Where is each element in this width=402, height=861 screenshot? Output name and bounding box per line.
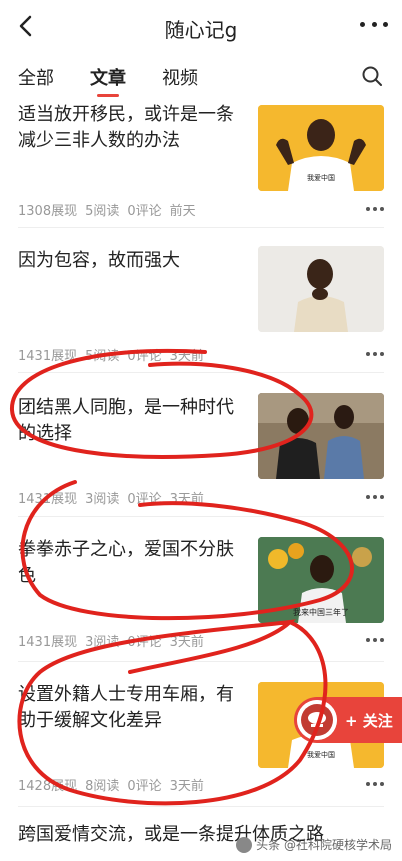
reads-count: 8阅读	[85, 779, 120, 794]
article-thumbnail	[258, 246, 384, 332]
article-title: 适当放开移民，或许是一条减少三非人数的办法	[18, 104, 234, 151]
article-title: 团结黑人同胞，是一种时代的选择	[18, 397, 234, 444]
page: 随心记g 全部 文章 视频 适当放开移民，或许是一条减少三非人数的办法 我爱中国…	[0, 0, 402, 861]
thumbnail-caption: 我来中国三年了	[293, 608, 349, 617]
views-count: 1308展现	[18, 204, 78, 219]
dot-icon	[360, 21, 365, 27]
reads-count: 3阅读	[85, 492, 120, 507]
article-more-button[interactable]	[366, 206, 384, 212]
article-thumbnail	[258, 393, 384, 479]
article-more-button[interactable]	[366, 494, 384, 500]
post-time: 3天前	[169, 635, 204, 650]
tab-articles[interactable]: 文章	[90, 64, 126, 90]
views-count: 1428展现	[18, 779, 78, 794]
watermark-logo-icon	[236, 836, 253, 853]
page-title: 随心记g	[164, 18, 238, 42]
divider	[18, 227, 384, 228]
watermark-text: 头条 @社科院硬核学术局	[256, 838, 392, 852]
divider	[18, 806, 384, 807]
follow-button[interactable]: + 关注	[294, 697, 402, 743]
thumbnail-caption: 我爱中国	[307, 751, 335, 759]
reads-count: 5阅读	[85, 349, 120, 364]
views-count: 1431展现	[18, 349, 78, 364]
reads-count: 5阅读	[85, 204, 120, 219]
article-meta: 1431展现 3阅读 0评论 3天前	[18, 631, 204, 650]
post-time: 3天前	[169, 779, 204, 794]
tab-all[interactable]: 全部	[18, 64, 54, 90]
top-bar: 随心记g	[0, 0, 402, 52]
divider	[18, 372, 384, 373]
follow-label: + 关注	[345, 711, 393, 730]
article-title: 拳拳赤子之心，爱国不分肤色	[18, 539, 234, 586]
article-more-button[interactable]	[366, 637, 384, 643]
article-meta: 1428展现 8阅读 0评论 3天前	[18, 775, 204, 794]
comments-count: 0评论	[127, 635, 162, 650]
views-count: 1431展现	[18, 635, 78, 650]
article-meta: 1431展现 3阅读 0评论 3天前	[18, 488, 204, 507]
reads-count: 3阅读	[85, 635, 120, 650]
divider	[18, 661, 384, 662]
post-time: 3天前	[169, 349, 204, 364]
comments-count: 0评论	[127, 204, 162, 219]
article-title: 设置外籍人士专用车厢，有助于缓解文化差异	[18, 684, 234, 731]
views-count: 1431展现	[18, 492, 78, 507]
post-time: 3天前	[169, 492, 204, 507]
article-meta: 1431展现 5阅读 0评论 3天前	[18, 345, 204, 364]
comments-count: 0评论	[127, 349, 162, 364]
article-meta: 1308展现 5阅读 0评论 前天	[18, 200, 196, 219]
comments-count: 0评论	[127, 492, 162, 507]
thumbnail-caption: 我爱中国	[307, 174, 335, 182]
comments-count: 0评论	[127, 779, 162, 794]
article-thumbnail: 我爱中国	[258, 105, 384, 191]
tab-bar: 全部 文章 视频	[0, 56, 402, 97]
article-more-button[interactable]	[366, 351, 384, 357]
more-options-button[interactable]	[360, 14, 388, 34]
divider	[18, 516, 384, 517]
search-icon	[362, 66, 382, 86]
article-thumbnail: 我来中国三年了	[258, 537, 384, 623]
article-title: 因为包容，故而强大	[18, 250, 180, 271]
article-more-button[interactable]	[366, 781, 384, 787]
tab-videos[interactable]: 视频	[162, 64, 198, 90]
avatar	[297, 700, 337, 740]
dot-icon	[383, 21, 388, 27]
search-button[interactable]	[360, 64, 384, 88]
active-tab-indicator	[97, 94, 119, 97]
watermark: 头条 @社科院硬核学术局	[236, 836, 392, 853]
dot-icon	[371, 21, 377, 27]
post-time: 前天	[169, 204, 196, 219]
